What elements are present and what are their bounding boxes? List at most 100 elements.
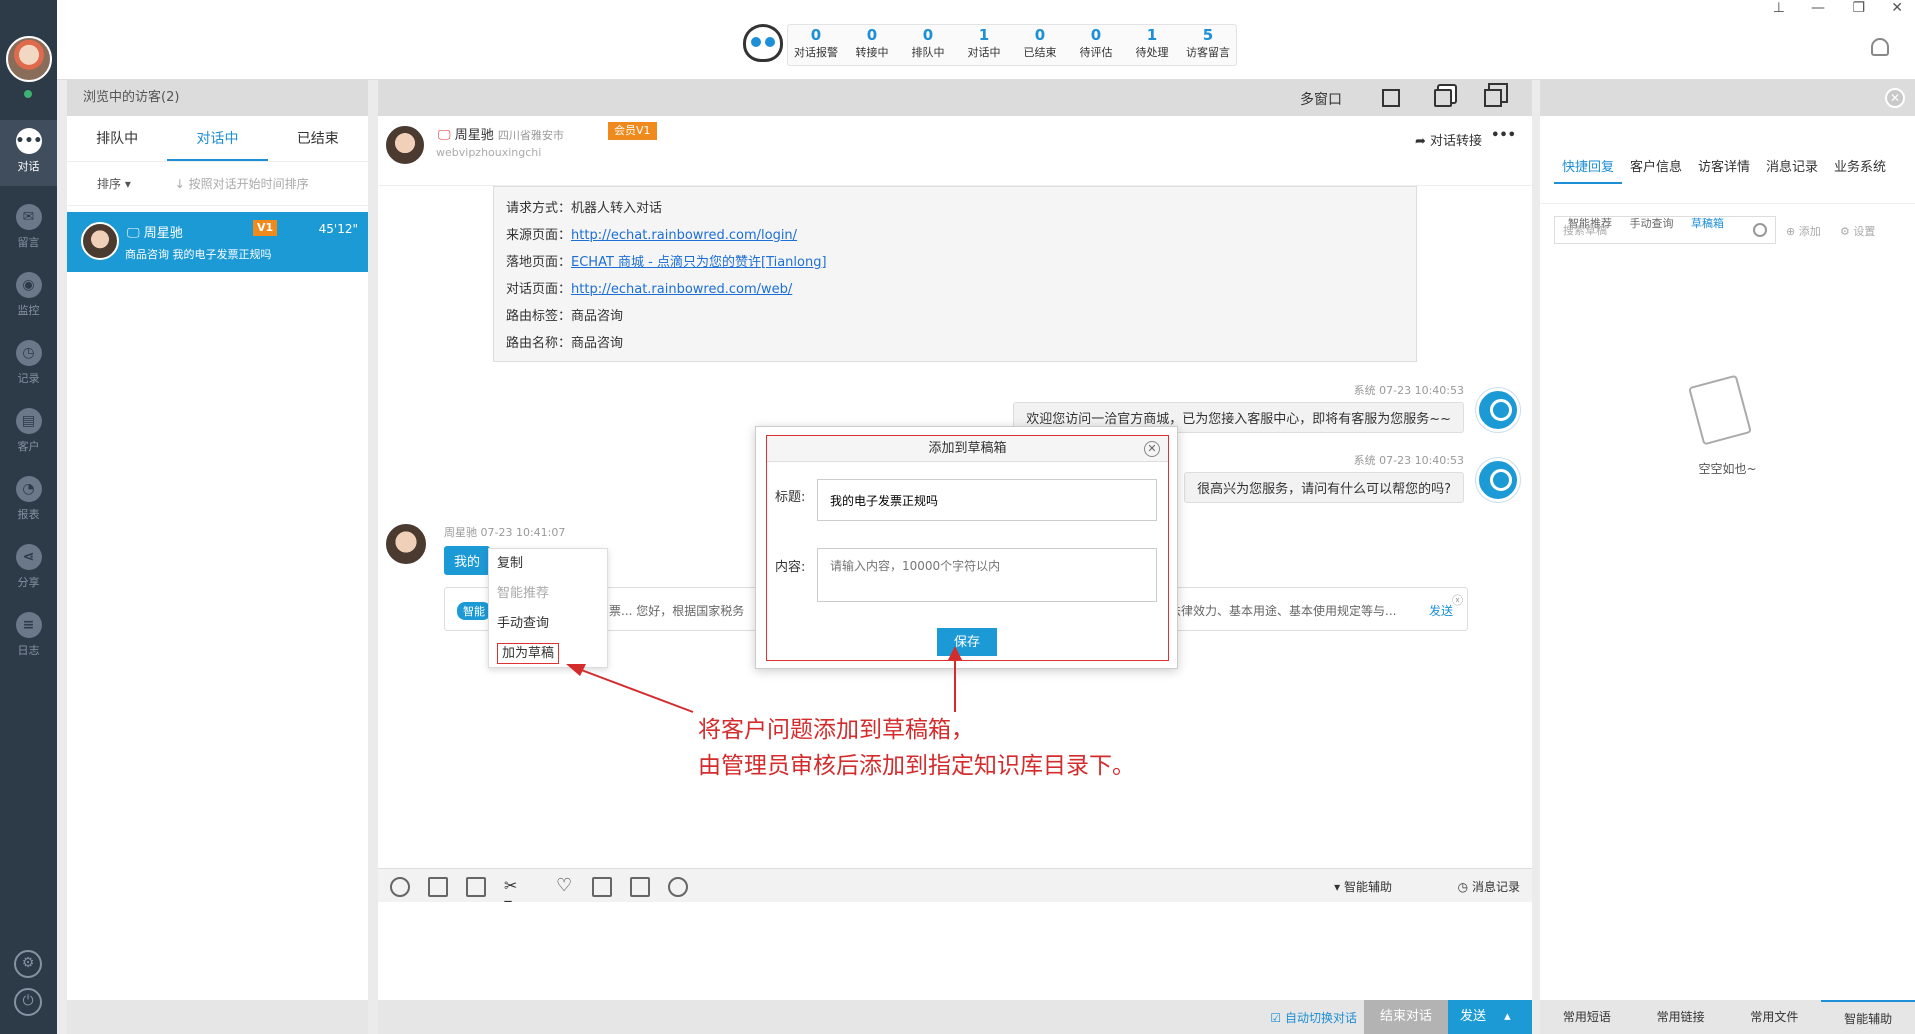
nav-item-logs[interactable]: ≡ 日志 — [0, 604, 57, 670]
nav-item-monitor[interactable]: ◉ 监控 — [0, 264, 57, 330]
tab-queued[interactable]: 排队中 — [67, 116, 167, 161]
menu-item-copy[interactable]: 复制 — [489, 549, 607, 579]
landing-page-link[interactable]: ECHAT 商城 - 点滴只为您的赞许[Tianlong] — [571, 255, 827, 270]
close-icon[interactable]: ✕ — [1891, 0, 1903, 16]
annotation-line-1: 将客户问题添加到草稿箱， — [698, 717, 974, 743]
power-icon[interactable]: ⏻ — [14, 988, 42, 1016]
nav-item-reports[interactable]: ◔ 报表 — [0, 468, 57, 534]
stat-in-chat[interactable]: 1 对话中 — [956, 25, 1012, 65]
stat-value: 1 — [1146, 26, 1158, 44]
dialog-highlight-frame: 添加到草稿箱 ✕ 标题: 内容: 保存 — [766, 435, 1169, 661]
nav-item-records[interactable]: ◷ 记录 — [0, 332, 57, 398]
draft-content-textarea[interactable] — [817, 548, 1157, 602]
stat-visitor-messages[interactable]: 5 访客留言 — [1180, 25, 1236, 65]
visitors-header: 浏览中的访客(2) — [67, 80, 368, 116]
restore-icon[interactable]: ❐ — [1852, 0, 1865, 16]
smart-assist-toggle[interactable]: ▾ 智能辅助 — [1334, 878, 1392, 895]
search-icon[interactable] — [1753, 223, 1767, 237]
settings-gear-icon[interactable]: ⚙ — [14, 950, 42, 978]
stat-queued[interactable]: 0 排队中 — [900, 25, 956, 65]
assist-panel: ✕ 快捷回复 客户信息 访客详情 消息记录 业务系统 智能推荐 手动查询 草稿箱… — [1540, 80, 1915, 1034]
transfer-arrow-icon: ➦ — [1414, 134, 1426, 149]
nav-item-customers[interactable]: ▤ 客户 — [0, 400, 57, 466]
chat-page-link[interactable]: http://echat.rainbowred.com/web/ — [571, 282, 792, 297]
end-chat-button[interactable]: 结束对话 — [1364, 1000, 1448, 1034]
tab-quick-reply[interactable]: 快捷回复 — [1554, 156, 1622, 184]
visitor-avatar — [384, 522, 428, 566]
visitors-panel: 浏览中的访客(2) 排队中 对话中 已结束 排序 ▾ ↓ 按照对话开始时间排序 … — [67, 80, 368, 1034]
chat-toolbar: 多窗口 — [378, 80, 1532, 116]
tab-customer-info[interactable]: 客户信息 — [1622, 156, 1690, 203]
footer-tab-files[interactable]: 常用文件 — [1728, 1000, 1822, 1034]
stats-bar: 0 对话报警 0 转接中 0 排队中 1 对话中 0 已结束 0 待评估 1 待处理 5 访客留… — [787, 24, 1237, 66]
tab-message-records[interactable]: 消息记录 — [1758, 156, 1826, 203]
send-options-icon[interactable]: ▴ — [1504, 1009, 1511, 1024]
scissors-icon[interactable]: ✂▾ — [504, 877, 524, 913]
pin-icon[interactable]: ⊥ — [1773, 0, 1785, 16]
dialog-close-icon[interactable]: ✕ — [1144, 441, 1160, 457]
link-icon[interactable] — [630, 877, 650, 897]
sort-dropdown[interactable]: 排序 ▾ — [97, 177, 131, 191]
folder-icon[interactable] — [466, 877, 486, 897]
menu-item-manual-query[interactable]: 手动查询 — [489, 609, 607, 639]
message-compose-area[interactable] — [378, 902, 1532, 1000]
tab-business-system[interactable]: 业务系统 — [1826, 156, 1894, 203]
tab-visitor-details[interactable]: 访客详情 — [1690, 156, 1758, 203]
message-history-button[interactable]: ◷ 消息记录 — [1458, 878, 1520, 895]
visitor-list-item[interactable]: 🖵 周星驰 V1 45'12" 商品咨询 我的电子发票正规吗 — [67, 212, 368, 272]
tab-ended[interactable]: 已结束 — [268, 116, 368, 161]
edit-icon[interactable] — [592, 877, 612, 897]
stat-alarm[interactable]: 0 对话报警 — [788, 25, 844, 65]
draft-settings-button[interactable]: ⚙ 设置 — [1840, 223, 1875, 239]
suggestion-send-link[interactable]: 发送 — [1429, 602, 1453, 619]
member-vip-badge: 会员V1 — [608, 122, 657, 140]
add-draft-dialog: 添加到草稿箱 ✕ 标题: 内容: 保存 — [755, 426, 1178, 669]
image-icon[interactable] — [428, 877, 448, 897]
cascade-window-icon[interactable] — [1434, 89, 1452, 107]
nav-label: 对话 — [17, 160, 40, 173]
menu-item-add-draft[interactable]: 加为草稿 — [489, 639, 607, 669]
stat-pending-review[interactable]: 0 待评估 — [1068, 25, 1124, 65]
transfer-chat-button[interactable]: ➦ 对话转接 — [1415, 130, 1482, 149]
panel-close-icon[interactable]: ✕ — [1885, 88, 1905, 108]
suggestion-close-icon[interactable]: ⓧ — [1452, 592, 1463, 608]
heart-icon[interactable]: ♡ — [556, 877, 576, 897]
stat-label: 对话报警 — [794, 46, 838, 59]
globe-icon[interactable] — [668, 877, 688, 897]
draft-search-input[interactable]: 搜索草稿 — [1554, 216, 1776, 244]
stat-value: 5 — [1202, 26, 1214, 44]
stat-pending[interactable]: 1 待处理 — [1124, 25, 1180, 65]
more-options-icon[interactable]: ••• — [1491, 128, 1516, 143]
monitor-icon: 🖵 — [127, 226, 140, 241]
tab-in-chat[interactable]: 对话中 — [167, 116, 268, 161]
stat-transferring[interactable]: 0 转接中 — [844, 25, 900, 65]
sort-hint-text: 按照对话开始时间排序 — [188, 177, 309, 191]
send-button[interactable]: 发送 ▴ — [1448, 1000, 1532, 1034]
footer-tab-links[interactable]: 常用链接 — [1634, 1000, 1728, 1034]
stat-ended[interactable]: 0 已结束 — [1012, 25, 1068, 65]
tile-window-icon[interactable] — [1484, 89, 1502, 107]
auto-switch-checkbox[interactable]: ☑ 自动切换对话 — [1270, 1009, 1357, 1026]
agent-avatar[interactable] — [6, 36, 52, 82]
info-key: 来源页面： — [506, 228, 572, 243]
nav-item-chat[interactable]: ••• 对话 — [0, 120, 57, 186]
footer-tab-smart-assist[interactable]: 智能辅助 — [1821, 1000, 1915, 1034]
nav-label: 记录 — [17, 372, 40, 385]
minimize-icon[interactable]: — — [1811, 0, 1825, 16]
single-window-icon[interactable] — [1382, 89, 1400, 107]
system-avatar-icon — [1476, 388, 1520, 432]
multi-window-button[interactable]: 多窗口 — [1300, 89, 1342, 109]
footer-tab-phrases[interactable]: 常用短语 — [1540, 1000, 1634, 1034]
emoji-icon[interactable] — [390, 877, 410, 897]
draft-title-input[interactable] — [817, 479, 1157, 521]
visitor-message-bubble[interactable]: 我的 — [444, 546, 491, 575]
chat-visitor-name: 周星驰 — [454, 128, 494, 143]
info-row: 请求方式：机器人转入对话 — [506, 195, 1404, 222]
nav-item-share[interactable]: ⋖ 分享 — [0, 536, 57, 602]
nav-item-messages[interactable]: ✉ 留言 — [0, 196, 57, 262]
add-draft-label: 加为草稿 — [497, 643, 560, 664]
source-page-link[interactable]: http://echat.rainbowred.com/login/ — [571, 228, 797, 243]
save-button[interactable]: 保存 — [937, 628, 997, 656]
bell-icon[interactable] — [1871, 38, 1889, 56]
add-draft-button[interactable]: ⊕ 添加 — [1786, 223, 1821, 239]
